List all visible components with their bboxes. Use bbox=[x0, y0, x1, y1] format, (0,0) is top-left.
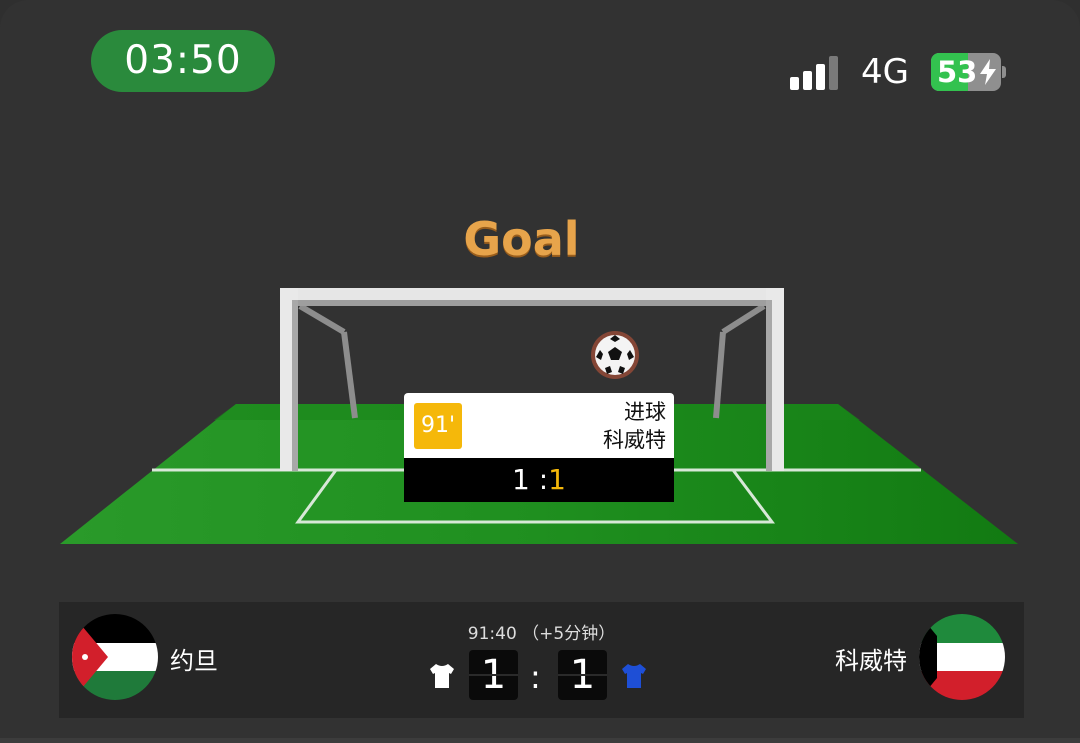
home-kit-icon bbox=[430, 664, 454, 688]
event-score-away: 1 bbox=[548, 463, 566, 496]
event-score-separator: : bbox=[538, 463, 549, 496]
score-separator: : bbox=[530, 658, 541, 696]
match-clock: 91:40 （+5分钟） bbox=[467, 624, 616, 644]
match-scoreboard: 约旦 91:40 （+5分钟） 1 : 1 科威特 bbox=[59, 602, 1024, 718]
event-score-bar: 1 :1 bbox=[404, 458, 674, 502]
event-type-label: 进球 bbox=[624, 400, 666, 424]
pitch-illustration bbox=[60, 288, 1018, 544]
soccer-ball-icon bbox=[591, 331, 639, 379]
goal-event-card: 91' 进球 科威特 bbox=[404, 393, 674, 458]
event-team-label: 科威特 bbox=[603, 428, 666, 452]
away-score: 1 bbox=[558, 650, 607, 700]
away-kit-icon bbox=[622, 664, 646, 688]
away-team-flag[interactable] bbox=[919, 614, 1005, 700]
away-team-name[interactable]: 科威特 bbox=[835, 646, 907, 676]
home-team-name[interactable]: 约旦 bbox=[170, 646, 218, 676]
event-score-home: 1 bbox=[512, 463, 530, 496]
bottom-divider bbox=[0, 738, 1080, 743]
event-minute-badge: 91' bbox=[414, 403, 462, 449]
home-score: 1 bbox=[469, 650, 518, 700]
